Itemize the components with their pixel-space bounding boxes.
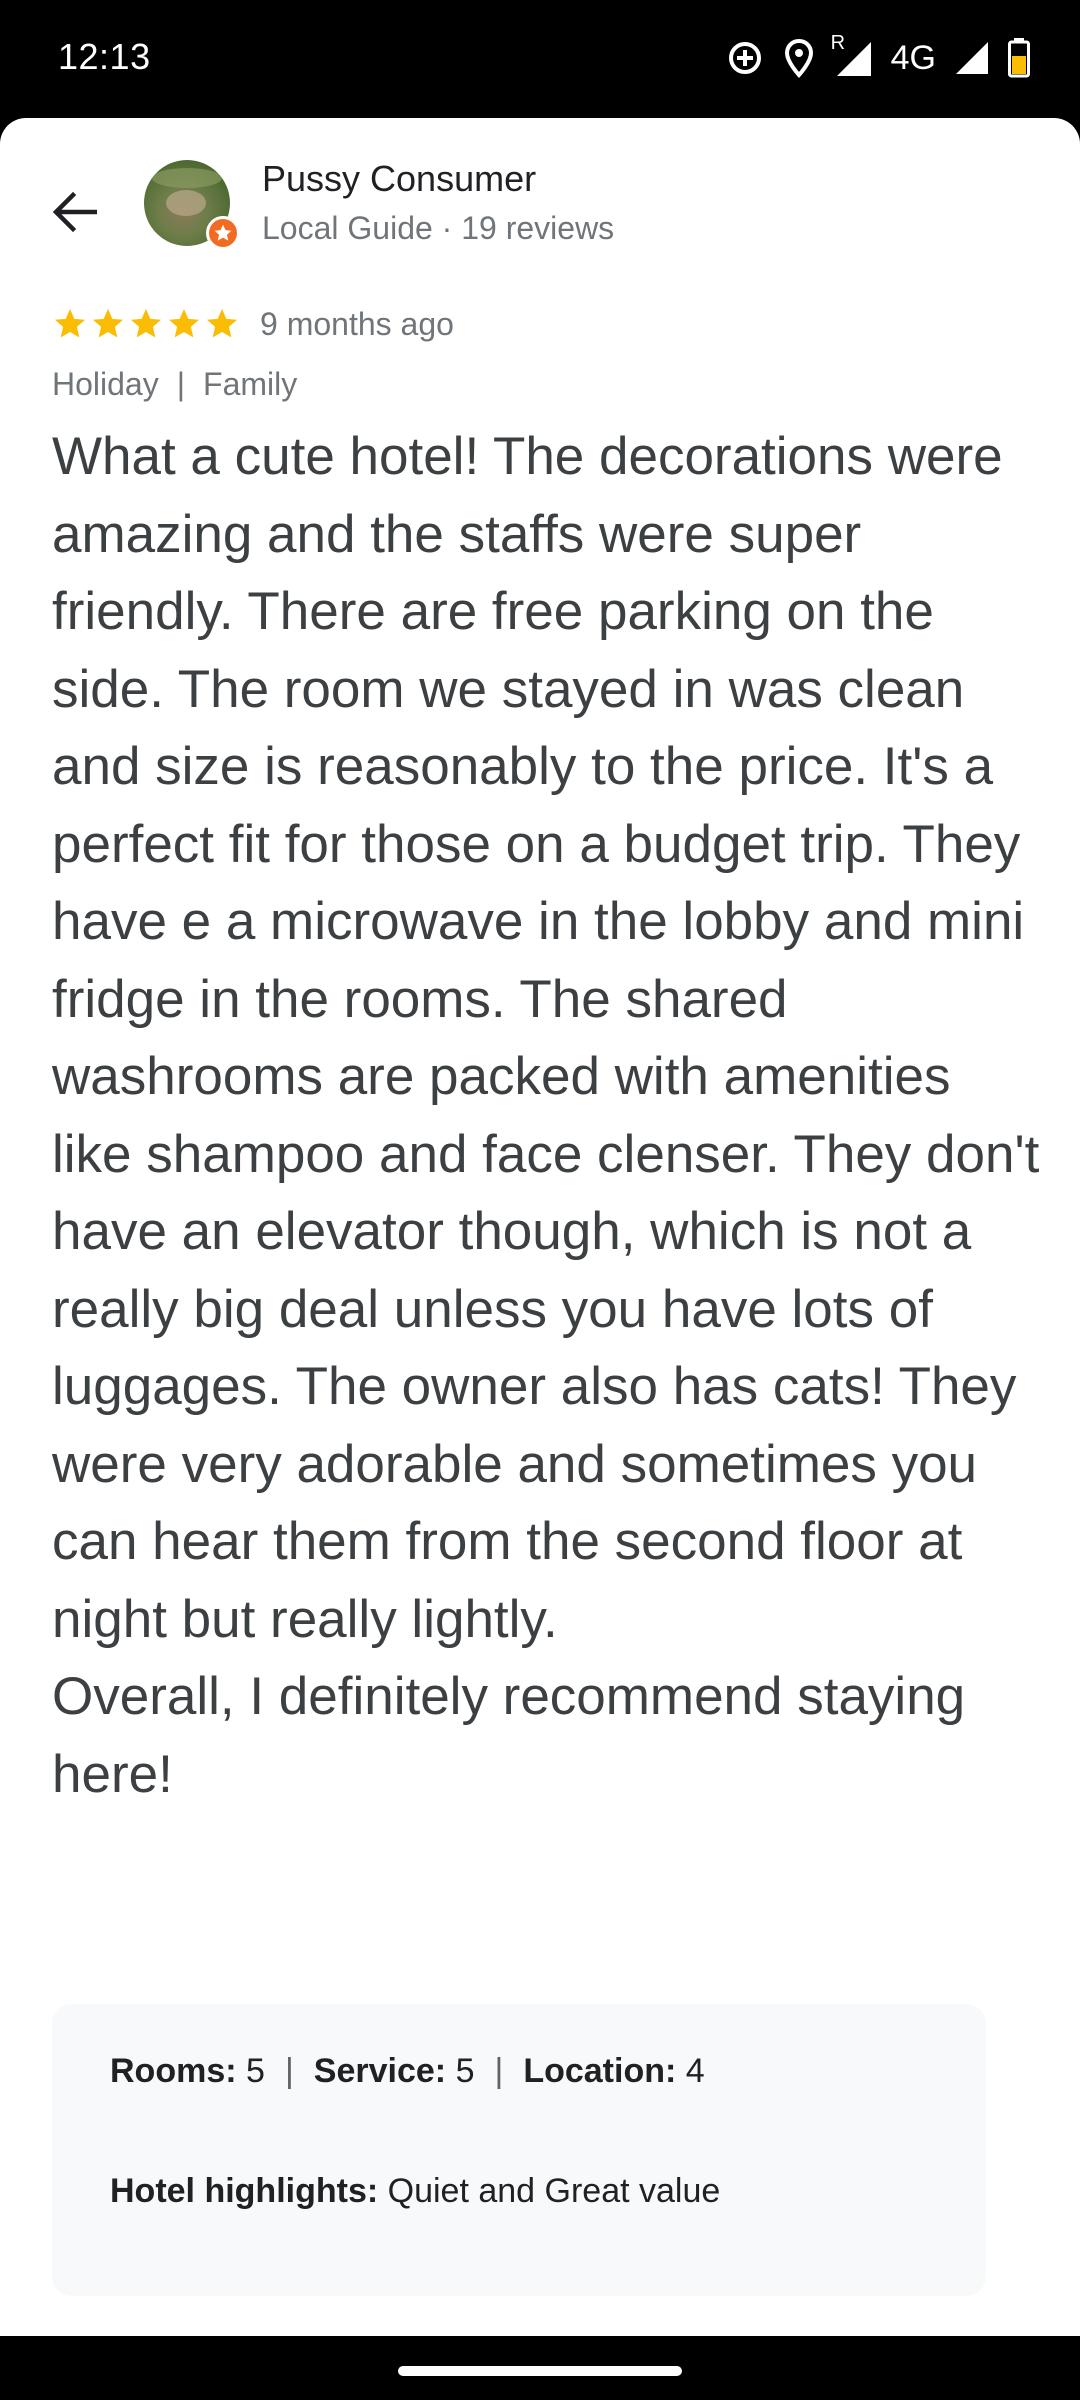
star-icon	[207, 309, 237, 338]
sub-rating-separator: |	[494, 2052, 504, 2090]
service-value: 5	[455, 2052, 475, 2090]
battery-icon	[1008, 38, 1030, 78]
data-saver-icon	[725, 38, 765, 78]
trip-tags: Holiday | Family	[52, 366, 297, 403]
network-type-label: 4G	[890, 38, 936, 77]
highlights-value: Quiet and Great value	[387, 2172, 721, 2210]
rating-row: 9 months ago	[52, 302, 454, 346]
sub-rating-separator: |	[284, 2052, 294, 2090]
rooms-value: 5	[246, 2052, 265, 2090]
trip-separator: |	[176, 366, 186, 402]
location-icon	[783, 38, 815, 78]
service-label: Service:	[313, 2052, 447, 2090]
rooms-label: Rooms:	[110, 2052, 237, 2090]
navigation-bar	[0, 2336, 1080, 2400]
star-icon	[55, 309, 85, 338]
signal-roaming-icon: R	[831, 32, 873, 78]
review-sheet: Pussy Consumer Local Guide · 19 reviews …	[0, 118, 1080, 2336]
author-name[interactable]: Pussy Consumer	[262, 158, 536, 200]
star-rating	[52, 306, 240, 342]
trip-party: Family	[203, 366, 298, 402]
local-guide-badge-icon	[206, 216, 240, 250]
highlights-label: Hotel highlights:	[110, 2172, 379, 2210]
home-indicator[interactable]	[398, 2366, 682, 2376]
star-icon	[169, 309, 199, 338]
status-time: 12:13	[58, 36, 151, 77]
star-icon	[131, 309, 161, 338]
hotel-highlights: Hotel highlights: Quiet and Great value	[110, 2172, 720, 2211]
location-value: 4	[685, 2052, 705, 2090]
star-icon	[93, 309, 123, 338]
review-body: What a cute hotel! The decorations were …	[52, 427, 1040, 1804]
sub-ratings: Rooms: 5 | Service: 5 | Location: 4	[110, 2052, 705, 2091]
trip-type: Holiday	[52, 366, 159, 402]
author-meta: Local Guide · 19 reviews	[262, 210, 615, 246]
review-time: 9 months ago	[260, 305, 454, 342]
status-bar: 12:13 R 4G	[0, 0, 1080, 118]
back-arrow-icon	[52, 191, 97, 233]
location-label: Location:	[523, 2052, 677, 2090]
sub-ratings-box: Rooms: 5 | Service: 5 | Location: 4 Hotel hi…	[52, 2004, 986, 2296]
roaming-label: R	[830, 32, 846, 54]
back-button[interactable]	[38, 176, 110, 248]
signal-icon	[954, 40, 990, 76]
author-avatar[interactable]	[144, 160, 240, 256]
status-icons: R 4G	[725, 32, 1030, 80]
